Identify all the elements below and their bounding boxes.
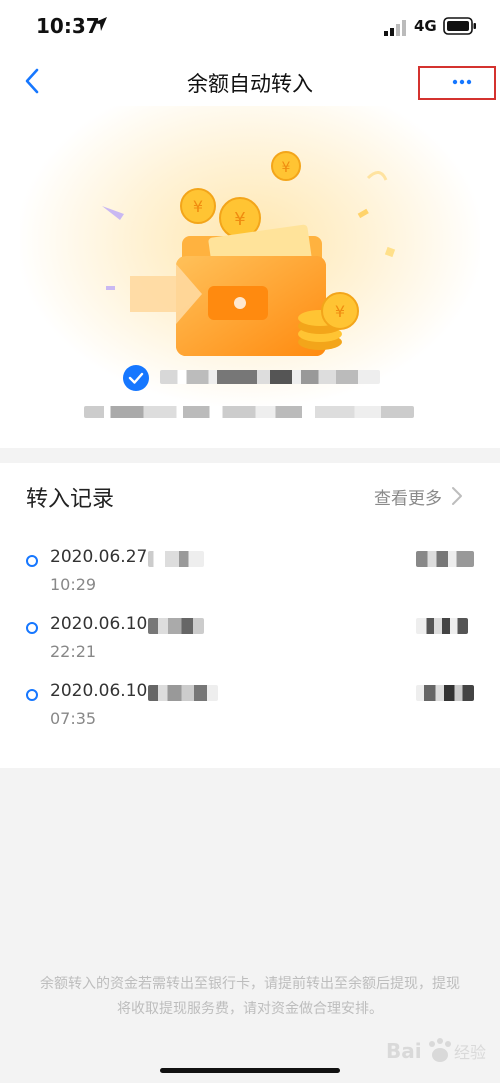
svg-text:经验: 经验 <box>454 1043 486 1062</box>
transfer-notice: 余额转入的资金若需转出至银行卡，请提前转出至余额后提现，提现将收取提现服务费，请… <box>40 976 460 1017</box>
redacted-record-amount <box>416 551 474 567</box>
timeline-dot-icon <box>26 689 38 701</box>
record-time: 22:21 <box>50 642 97 661</box>
timeline-dot-icon <box>26 555 38 567</box>
back-button[interactable] <box>18 64 50 98</box>
svg-text:¥: ¥ <box>335 302 345 321</box>
record-date: 2020.06.10 <box>50 681 148 701</box>
record-time: 10:29 <box>50 575 97 594</box>
chevron-left-icon <box>25 68 39 94</box>
home-indicator[interactable] <box>160 1068 340 1073</box>
chevron-right-icon <box>452 487 462 505</box>
record-item[interactable]: 2020.06.10 07:35 <box>0 680 500 740</box>
baidu-watermark: Bai 经验 <box>384 1032 492 1068</box>
hero-section: ¥ ¥ ¥ ¥ <box>0 106 500 448</box>
redacted-account-name <box>160 370 380 384</box>
view-more-label: 查看更多 <box>374 488 442 509</box>
record-item[interactable]: 2020.06.27 10:29 <box>0 546 500 606</box>
redacted-record-amount <box>416 685 474 701</box>
record-date: 2020.06.27 <box>50 547 148 567</box>
redacted-record-desc <box>148 551 204 567</box>
annotation-highlight-box <box>418 66 496 100</box>
network-type: 4G <box>414 17 437 35</box>
view-more-link[interactable]: 查看更多 <box>374 483 464 509</box>
verified-check-icon <box>123 365 149 391</box>
records-title: 转入记录 <box>26 487 115 512</box>
status-time: 10:37 <box>36 14 100 38</box>
timeline-dot-icon <box>26 622 38 634</box>
baidu-logo-icon: Bai 经验 <box>386 1038 486 1063</box>
record-item[interactable]: 2020.06.10 22:21 <box>0 613 500 673</box>
redacted-record-amount <box>416 618 468 634</box>
record-date: 2020.06.10 <box>50 614 148 634</box>
redacted-account-desc <box>84 406 414 418</box>
record-time: 07:35 <box>50 709 97 728</box>
location-arrow-icon <box>93 17 107 31</box>
battery-icon <box>443 17 476 35</box>
svg-text:¥: ¥ <box>234 209 245 230</box>
status-bar: 10:37 4G <box>0 0 500 56</box>
signal-icon <box>384 20 406 36</box>
svg-text:¥: ¥ <box>193 197 203 216</box>
redacted-record-desc <box>148 618 204 634</box>
svg-text:¥: ¥ <box>282 160 291 176</box>
svg-text:Bai: Bai <box>386 1039 422 1063</box>
redacted-record-desc <box>148 685 218 701</box>
transfer-records-section: 转入记录 查看更多 2020.06.27 10:29 2020.06.10 22… <box>0 463 500 768</box>
wallet-illustration: ¥ ¥ ¥ ¥ <box>102 151 396 356</box>
